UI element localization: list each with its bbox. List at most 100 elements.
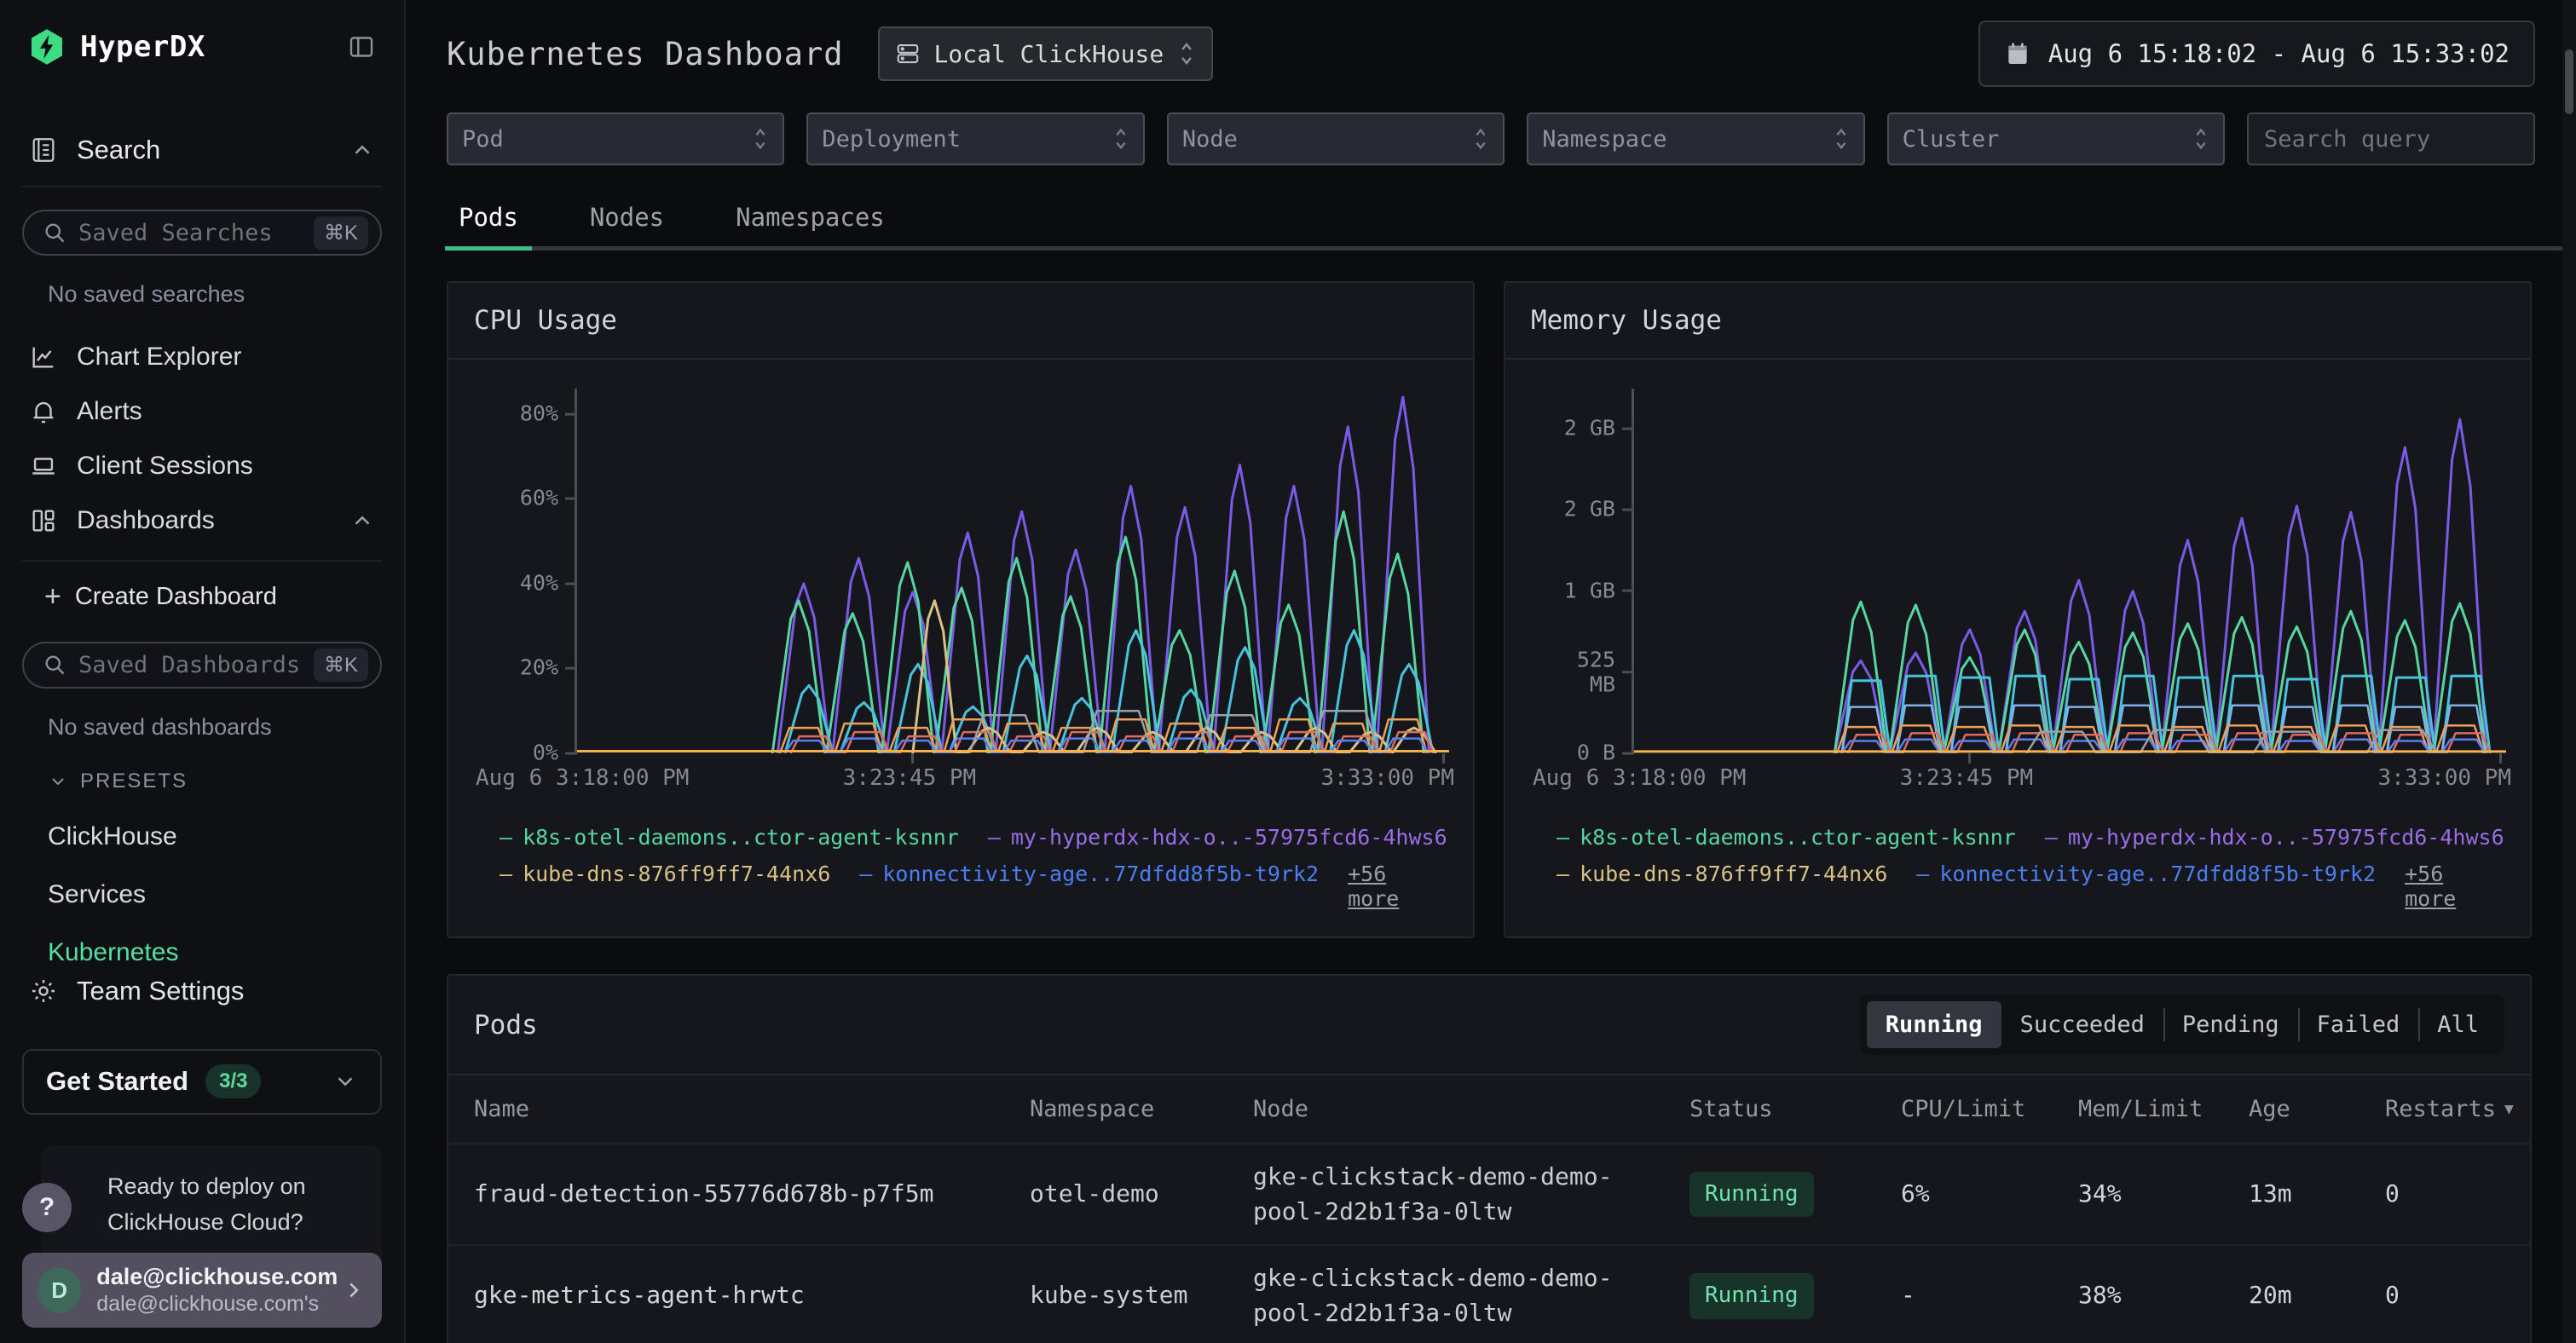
status-filter-running[interactable]: Running [1867, 1001, 2001, 1048]
x-axis-tick [911, 753, 914, 764]
user-org: dale@clickhouse.com's [96, 1291, 326, 1317]
sidebar-collapse-icon[interactable] [346, 32, 377, 62]
app-title: HyperDX [80, 30, 205, 64]
cluster-filter-label: Cluster [1903, 126, 2192, 153]
legend-item[interactable]: —my-hyperdx-hdx-o..-57975fcd6-4hws6 [2045, 825, 2504, 850]
y-axis-tick: 1 GB [1522, 579, 1634, 603]
filter-bar: Pod Deployment Node Namespace Cluster Se… [406, 102, 2576, 165]
namespace-filter-select[interactable]: Namespace [1527, 112, 1864, 165]
col-header-name[interactable]: Name [474, 1096, 1030, 1122]
date-range-picker[interactable]: Aug 6 15:18:02 - Aug 6 15:33:02 [1978, 20, 2535, 87]
status-filter-pending[interactable]: Pending [2163, 1001, 2298, 1048]
chevron-updown-icon [1112, 126, 1129, 152]
tab-nodes[interactable]: Nodes [576, 191, 678, 251]
saved-searches-input[interactable]: Saved Searches ⌘K [22, 210, 382, 256]
chevron-updown-icon [1472, 126, 1489, 152]
source-selector-value: Local ClickHouse [934, 40, 1164, 68]
user-menu[interactable]: D dale@clickhouse.com dale@clickhouse.co… [22, 1253, 382, 1328]
pod-namespace: otel-demo [1030, 1177, 1253, 1212]
sidebar-item-label: Client Sessions [77, 452, 253, 481]
help-button[interactable]: ? [22, 1183, 72, 1232]
col-header-node[interactable]: Node [1253, 1096, 1689, 1122]
status-badge: Running [1689, 1172, 1814, 1218]
col-header-status[interactable]: Status [1689, 1096, 1901, 1122]
legend-item[interactable]: —my-hyperdx-hdx-o..-57975fcd6-4hws6 [988, 825, 1447, 850]
pod-name: gke-metrics-agent-hrwtc [474, 1278, 1030, 1313]
vertical-scrollbar[interactable] [2562, 0, 2576, 1343]
tab-namespaces[interactable]: Namespaces [722, 191, 898, 251]
cluster-filter-select[interactable]: Cluster [1887, 112, 2225, 165]
saved-dashboards-input[interactable]: Saved Dashboards ⌘K [22, 642, 382, 688]
pod-namespace: kube-system [1030, 1278, 1253, 1313]
y-axis-tick: 2 GB [1522, 498, 1634, 522]
y-axis-tick: 40% [465, 572, 577, 597]
search-query-input[interactable]: Search query [2247, 112, 2535, 165]
pod-restarts: 0 [2385, 1278, 2530, 1313]
legend-item[interactable]: —k8s-otel-daemons..ctor-agent-ksnnr [500, 825, 959, 850]
pod-cpu: 6% [1901, 1177, 2078, 1212]
sidebar-item-team-settings[interactable]: Team Settings [22, 967, 382, 1015]
legend-item[interactable]: —konnectivity-age..77dfdd8f5b-t9rk2 [859, 862, 1319, 886]
pod-node: gke-clickstack-demo-demo- pool-2d2b1f3a-… [1253, 1261, 1689, 1330]
status-filter-all[interactable]: All [2418, 1001, 2498, 1048]
col-header-age[interactable]: Age [2249, 1096, 2385, 1122]
create-dashboard-button[interactable]: + Create Dashboard [22, 568, 382, 620]
preset-kubernetes[interactable]: Kubernetes [48, 938, 382, 967]
status-filter-succeeded[interactable]: Succeeded [2001, 1001, 2163, 1048]
y-axis-tick: 80% [465, 401, 577, 426]
user-email: dale@clickhouse.com [96, 1263, 326, 1292]
header: Kubernetes Dashboard Local ClickHouse Au… [406, 0, 2576, 102]
cpu-usage-chart: 80%60%40%20%0% [575, 389, 1449, 753]
pod-filter-select[interactable]: Pod [447, 112, 784, 165]
legend-more-link[interactable]: +56 more [1348, 862, 1447, 911]
cpu-usage-title: CPU Usage [474, 305, 617, 336]
sidebar-item-dashboards[interactable]: Dashboards [22, 493, 382, 548]
preset-services[interactable]: Services [48, 880, 382, 909]
gear-icon [29, 977, 58, 1006]
get-started-label: Get Started [46, 1066, 188, 1097]
memory-legend: —k8s-otel-daemons..ctor-agent-ksnnr —my-… [1505, 806, 2530, 937]
sidebar-item-chart-explorer[interactable]: Chart Explorer [22, 330, 382, 384]
legend-item[interactable]: —kube-dns-876ff9ff7-44nx6 [1557, 862, 1887, 886]
saved-dashboards-placeholder: Saved Dashboards [78, 652, 302, 678]
presets-toggle[interactable]: PRESETS [48, 769, 382, 793]
cpu-usage-panel: CPU Usage 80%60%40%20%0% Aug 6 3:18:00 P… [447, 281, 1475, 938]
table-row[interactable]: fraud-detection-55776d678b-p7f5m otel-de… [448, 1144, 2530, 1246]
table-row[interactable]: gke-metrics-agent-hrwtc kube-system gke-… [448, 1246, 2530, 1343]
col-header-namespace[interactable]: Namespace [1030, 1096, 1253, 1122]
avatar: D [38, 1267, 81, 1313]
chevron-updown-icon [752, 126, 769, 152]
sidebar-item-label: Dashboards [77, 506, 215, 535]
sidebar-item-alerts[interactable]: Alerts [22, 384, 382, 439]
x-axis-label: Aug 6 3:18:00 PM [1533, 765, 1746, 791]
legend-item[interactable]: —k8s-otel-daemons..ctor-agent-ksnnr [1557, 825, 2016, 850]
search-query-placeholder: Search query [2264, 126, 2430, 153]
legend-item[interactable]: —kube-dns-876ff9ff7-44nx6 [500, 862, 830, 886]
legend-item[interactable]: —konnectivity-age..77dfdd8f5b-t9rk2 [1916, 862, 2376, 886]
col-header-restarts[interactable]: Restarts ▼ [2385, 1096, 2530, 1122]
namespace-filter-label: Namespace [1542, 126, 1832, 153]
plus-icon: + [44, 582, 61, 611]
preset-clickhouse[interactable]: ClickHouse [48, 822, 382, 851]
chevron-right-icon [341, 1277, 367, 1303]
col-header-mem[interactable]: Mem/Limit [2078, 1096, 2249, 1122]
divider [22, 186, 382, 187]
tab-pods[interactable]: Pods [445, 191, 532, 251]
status-filter-failed[interactable]: Failed [2298, 1001, 2419, 1048]
pod-age: 13m [2249, 1177, 2385, 1212]
pod-mem: 38% [2078, 1278, 2249, 1313]
get-started-button[interactable]: Get Started 3/3 [22, 1049, 382, 1115]
y-axis-tick: 60% [465, 487, 577, 511]
legend-more-link[interactable]: +56 more [2405, 862, 2504, 911]
sidebar-item-search[interactable]: Search [22, 126, 382, 174]
col-header-cpu[interactable]: CPU/Limit [1901, 1096, 2078, 1122]
sidebar: HyperDX Search Saved Searches ⌘K No save… [0, 0, 406, 1343]
memory-usage-chart: 2 GB2 GB1 GB525 MB0 B [1632, 389, 2506, 753]
scrollbar-thumb[interactable] [2565, 49, 2573, 114]
deployment-filter-select[interactable]: Deployment [806, 112, 1144, 165]
sidebar-item-client-sessions[interactable]: Client Sessions [22, 439, 382, 493]
sidebar-item-label: Alerts [77, 397, 142, 426]
pod-name: fraud-detection-55776d678b-p7f5m [474, 1177, 1030, 1212]
source-selector[interactable]: Local ClickHouse [878, 26, 1214, 81]
node-filter-select[interactable]: Node [1167, 112, 1505, 165]
